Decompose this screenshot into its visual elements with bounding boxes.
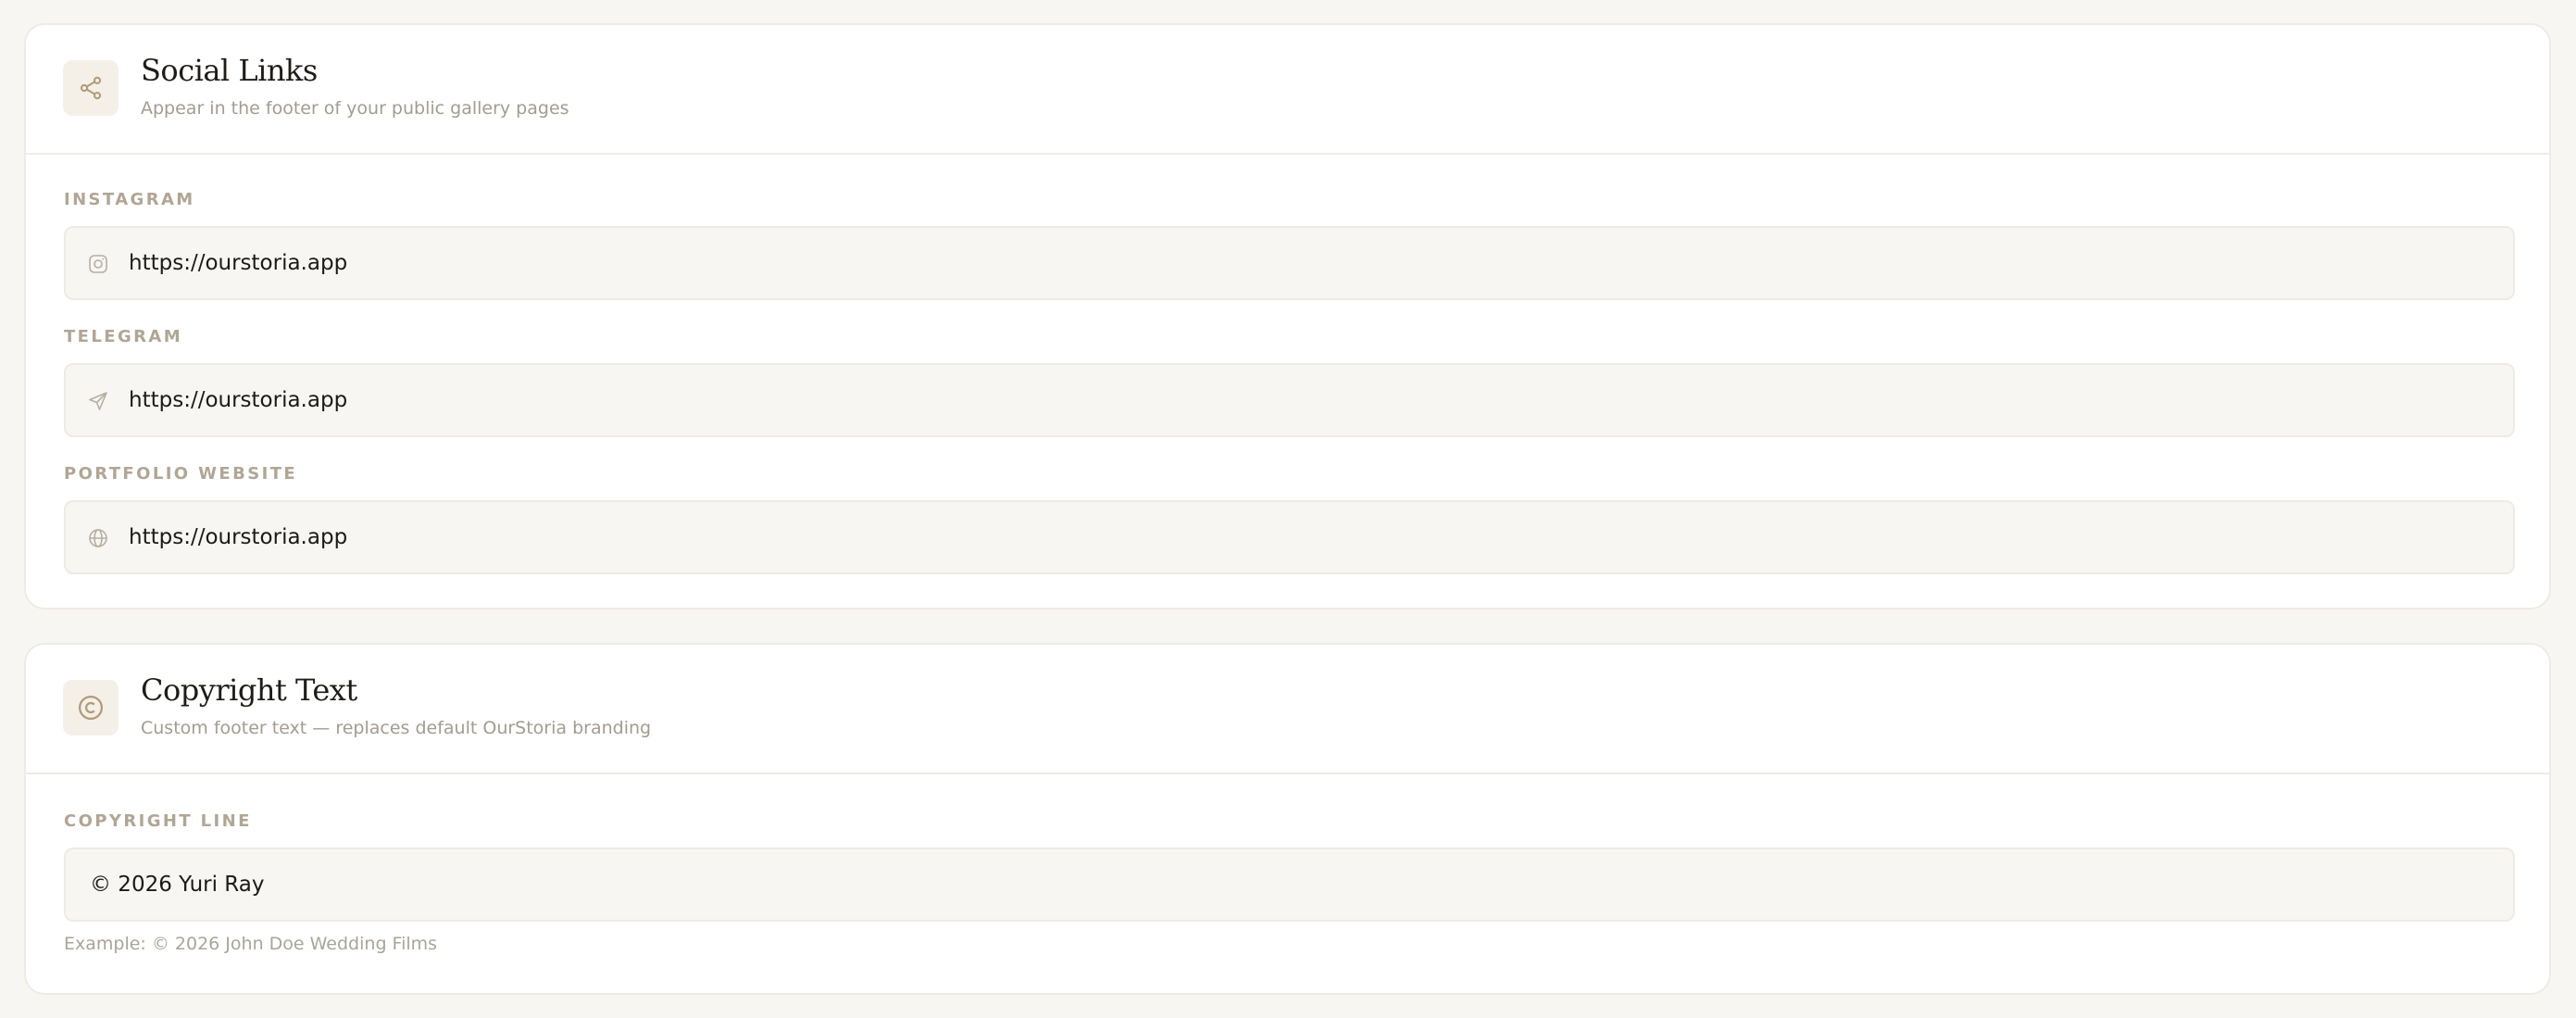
share-icon (63, 60, 119, 116)
copyright-line-label: COPYRIGHT LINE (64, 811, 252, 831)
copyright-line-field[interactable]: © 2026 Yuri Ray (64, 848, 2515, 922)
instagram-field[interactable]: https://ourstoria.app (64, 226, 2515, 300)
copyright-header: Copyright Text Custom footer text — repl… (26, 645, 2549, 774)
social-links-subtitle: Appear in the footer of your public gall… (141, 98, 569, 119)
portfolio-website-field[interactable]: https://ourstoria.app (64, 500, 2515, 574)
instagram-value[interactable]: https://ourstoria.app (129, 228, 347, 298)
instagram-icon (86, 252, 110, 276)
portfolio-label: PORTFOLIO WEBSITE (64, 464, 298, 484)
globe-icon (86, 526, 110, 550)
telegram-field[interactable]: https://ourstoria.app (64, 363, 2515, 437)
copyright-card: Copyright Text Custom footer text — repl… (24, 643, 2551, 995)
social-links-header: Social Links Appear in the footer of you… (26, 25, 2549, 155)
instagram-label: INSTAGRAM (64, 190, 195, 209)
telegram-label: TELEGRAM (64, 327, 183, 346)
copyright-title: Copyright Text (141, 672, 357, 708)
social-links-title: Social Links (141, 53, 318, 88)
portfolio-website-value[interactable]: https://ourstoria.app (129, 502, 347, 572)
copyright-line-value[interactable]: © 2026 Yuri Ray (90, 849, 264, 920)
copyright-hint: Example: © 2026 John Doe Wedding Films (64, 934, 438, 954)
copyright-subtitle: Custom footer text — replaces default Ou… (141, 718, 652, 738)
telegram-value[interactable]: https://ourstoria.app (129, 365, 347, 435)
social-links-card: Social Links Appear in the footer of you… (24, 23, 2551, 610)
telegram-send-icon (86, 389, 110, 413)
copyright-icon (63, 680, 119, 735)
